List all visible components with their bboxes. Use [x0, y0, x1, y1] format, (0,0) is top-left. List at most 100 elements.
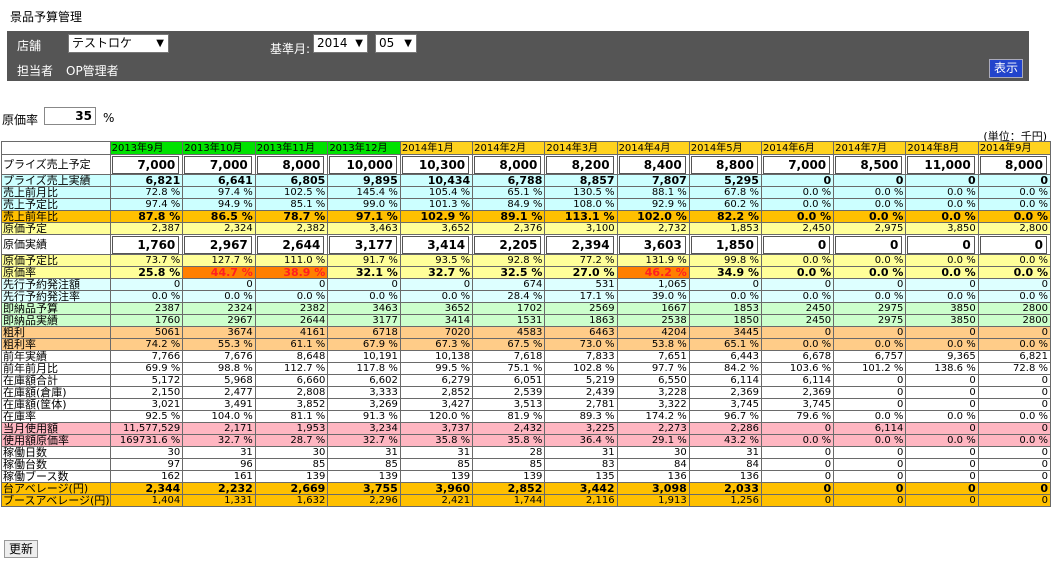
value-input[interactable]: 3,414 — [401, 235, 470, 254]
table-cell: 2,273 — [616, 422, 690, 435]
table-cell: 5,172 — [109, 374, 184, 387]
table-cell: 117.8 % — [327, 362, 401, 375]
table-cell: 105.4 % — [399, 186, 474, 199]
month-header: 2014年9月 — [977, 141, 1051, 155]
table-cell: 0.0 % — [833, 290, 907, 303]
value-input[interactable]: 0 — [907, 235, 975, 254]
table-cell: 3,177 — [327, 234, 401, 255]
table-cell: 2,286 — [688, 422, 762, 435]
value-input[interactable]: 2,205 — [474, 235, 542, 254]
table-cell: 85.1 % — [254, 198, 329, 211]
table-row: 前年前月比 69.9 % 98.8 % 112.7 % 117.8 % 99.5 % 75.… — [1, 362, 1051, 375]
update-button[interactable]: 更新 — [4, 540, 38, 558]
table-cell: 84.9 % — [472, 198, 546, 211]
table-cell: 1,953 — [254, 422, 329, 435]
value-input[interactable]: 0 — [835, 235, 903, 254]
table-cell: 6,114 — [833, 422, 907, 435]
table-cell: 39.0 % — [616, 290, 690, 303]
table-cell: 2,539 — [472, 386, 546, 399]
row-label: 売上前月比 — [1, 186, 111, 199]
row-label: 粗利 — [1, 326, 111, 339]
table-cell: 0.0 % — [905, 410, 979, 423]
value-input[interactable]: 8,000 — [979, 155, 1047, 174]
month-header: 2014年8月 — [905, 141, 979, 155]
table-row: 稼働日数 30 31 30 31 31 28 31 30 31 0 0 0 0 — [1, 446, 1051, 459]
value-input[interactable]: 1,760 — [111, 235, 180, 254]
table-cell: 3,225 — [544, 422, 618, 435]
table-cell: 27.0 % — [544, 266, 618, 279]
table-cell: 0.0 % — [905, 254, 979, 267]
table-cell: 674 — [472, 278, 546, 291]
table-row: 先行予約発注額 0 0 0 0 0 674 531 1,065 0 0 0 0 0 — [1, 278, 1051, 291]
table-cell: 0 — [833, 446, 907, 459]
value-input[interactable]: 3,603 — [618, 235, 686, 254]
table-cell: 0.0 % — [833, 434, 907, 447]
table-cell: 92.5 % — [109, 410, 184, 423]
table-cell: 3,463 — [327, 222, 401, 235]
value-input[interactable]: 8,000 — [256, 155, 325, 174]
table-cell: 102.9 % — [399, 210, 474, 223]
table-cell: 7,651 — [616, 350, 690, 363]
value-input[interactable]: 7,000 — [184, 155, 252, 174]
table-cell: 1,760 — [109, 234, 184, 255]
value-input[interactable]: 3,177 — [329, 235, 397, 254]
table-cell: 2,150 — [109, 386, 184, 399]
table-cell: 99.0 % — [327, 198, 401, 211]
person-value: OP管理者 — [66, 64, 119, 78]
table-cell: 78.7 % — [254, 210, 329, 223]
value-input[interactable]: 1,850 — [690, 235, 758, 254]
year-select[interactable]: 2014 ▼ — [313, 34, 368, 53]
table-cell: 2,732 — [616, 222, 690, 235]
value-input[interactable]: 8,400 — [618, 155, 686, 174]
table-row: 在庫額(筐体) 3,021 3,491 3,852 3,269 3,427 3,513 2,7… — [1, 398, 1051, 411]
table-cell: 89.1 % — [472, 210, 546, 223]
table-cell: 101.2 % — [833, 362, 907, 375]
value-input[interactable]: 0 — [762, 235, 831, 254]
table-cell: 2,432 — [472, 422, 546, 435]
table-cell: 5,219 — [544, 374, 618, 387]
value-input[interactable]: 8,800 — [690, 155, 758, 174]
value-input[interactable]: 10,000 — [329, 155, 397, 174]
table-cell: 93.5 % — [399, 254, 474, 267]
table-cell: 30 — [254, 446, 329, 459]
store-label: 店舗 — [17, 39, 42, 53]
table-cell: 135 — [544, 470, 618, 483]
table-row: 在庫額(倉庫) 2,150 2,477 2,808 3,333 2,852 2,539 2,4… — [1, 386, 1051, 399]
table-row: 売上前月比 72.8 % 97.4 % 102.5 % 145.4 % 105.4 % 65… — [1, 186, 1051, 199]
table-cell: 97.4 % — [182, 186, 256, 199]
table-cell: 0 — [760, 482, 835, 495]
row-label: 前年実績 — [1, 350, 111, 363]
store-select[interactable]: テストロケ ▼ — [68, 34, 169, 53]
table-cell: 32.5 % — [472, 266, 546, 279]
chevron-down-icon: ▼ — [355, 38, 363, 49]
table-cell: 0.0 % — [688, 290, 762, 303]
table-cell: 7,000 — [760, 154, 835, 175]
table-cell: 0 — [977, 470, 1051, 483]
table-cell: 0.0 % — [833, 198, 907, 211]
value-input[interactable]: 2,644 — [256, 235, 325, 254]
table-cell: 0 — [688, 278, 762, 291]
table-cell: 31 — [688, 446, 762, 459]
value-input[interactable]: 7,000 — [762, 155, 831, 174]
value-input[interactable]: 2,394 — [546, 235, 614, 254]
value-input[interactable]: 8,500 — [835, 155, 903, 174]
value-input[interactable]: 0 — [979, 235, 1047, 254]
table-cell: 161 — [182, 470, 256, 483]
value-input[interactable]: 2,967 — [184, 235, 252, 254]
table-cell: 2,369 — [688, 386, 762, 399]
month-header: 2014年1月 — [399, 141, 474, 155]
table-cell: 67.5 % — [472, 338, 546, 351]
table-cell: 1,331 — [182, 494, 256, 507]
table-cell: 0 — [977, 234, 1051, 255]
value-input[interactable]: 8,200 — [546, 155, 614, 174]
value-input[interactable]: 10,300 — [401, 155, 470, 174]
value-input[interactable]: 7,000 — [111, 155, 180, 174]
value-input[interactable]: 8,000 — [474, 155, 542, 174]
cost-rate-input[interactable]: 35 — [44, 107, 96, 125]
value-input[interactable]: 11,000 — [907, 155, 975, 174]
show-button[interactable]: 表示 — [989, 59, 1023, 78]
table-cell: 0.0 % — [905, 210, 979, 223]
table-cell: 85 — [399, 458, 474, 471]
row-label: 原価予定比 — [1, 254, 111, 267]
month-select[interactable]: 05 ▼ — [375, 34, 417, 53]
